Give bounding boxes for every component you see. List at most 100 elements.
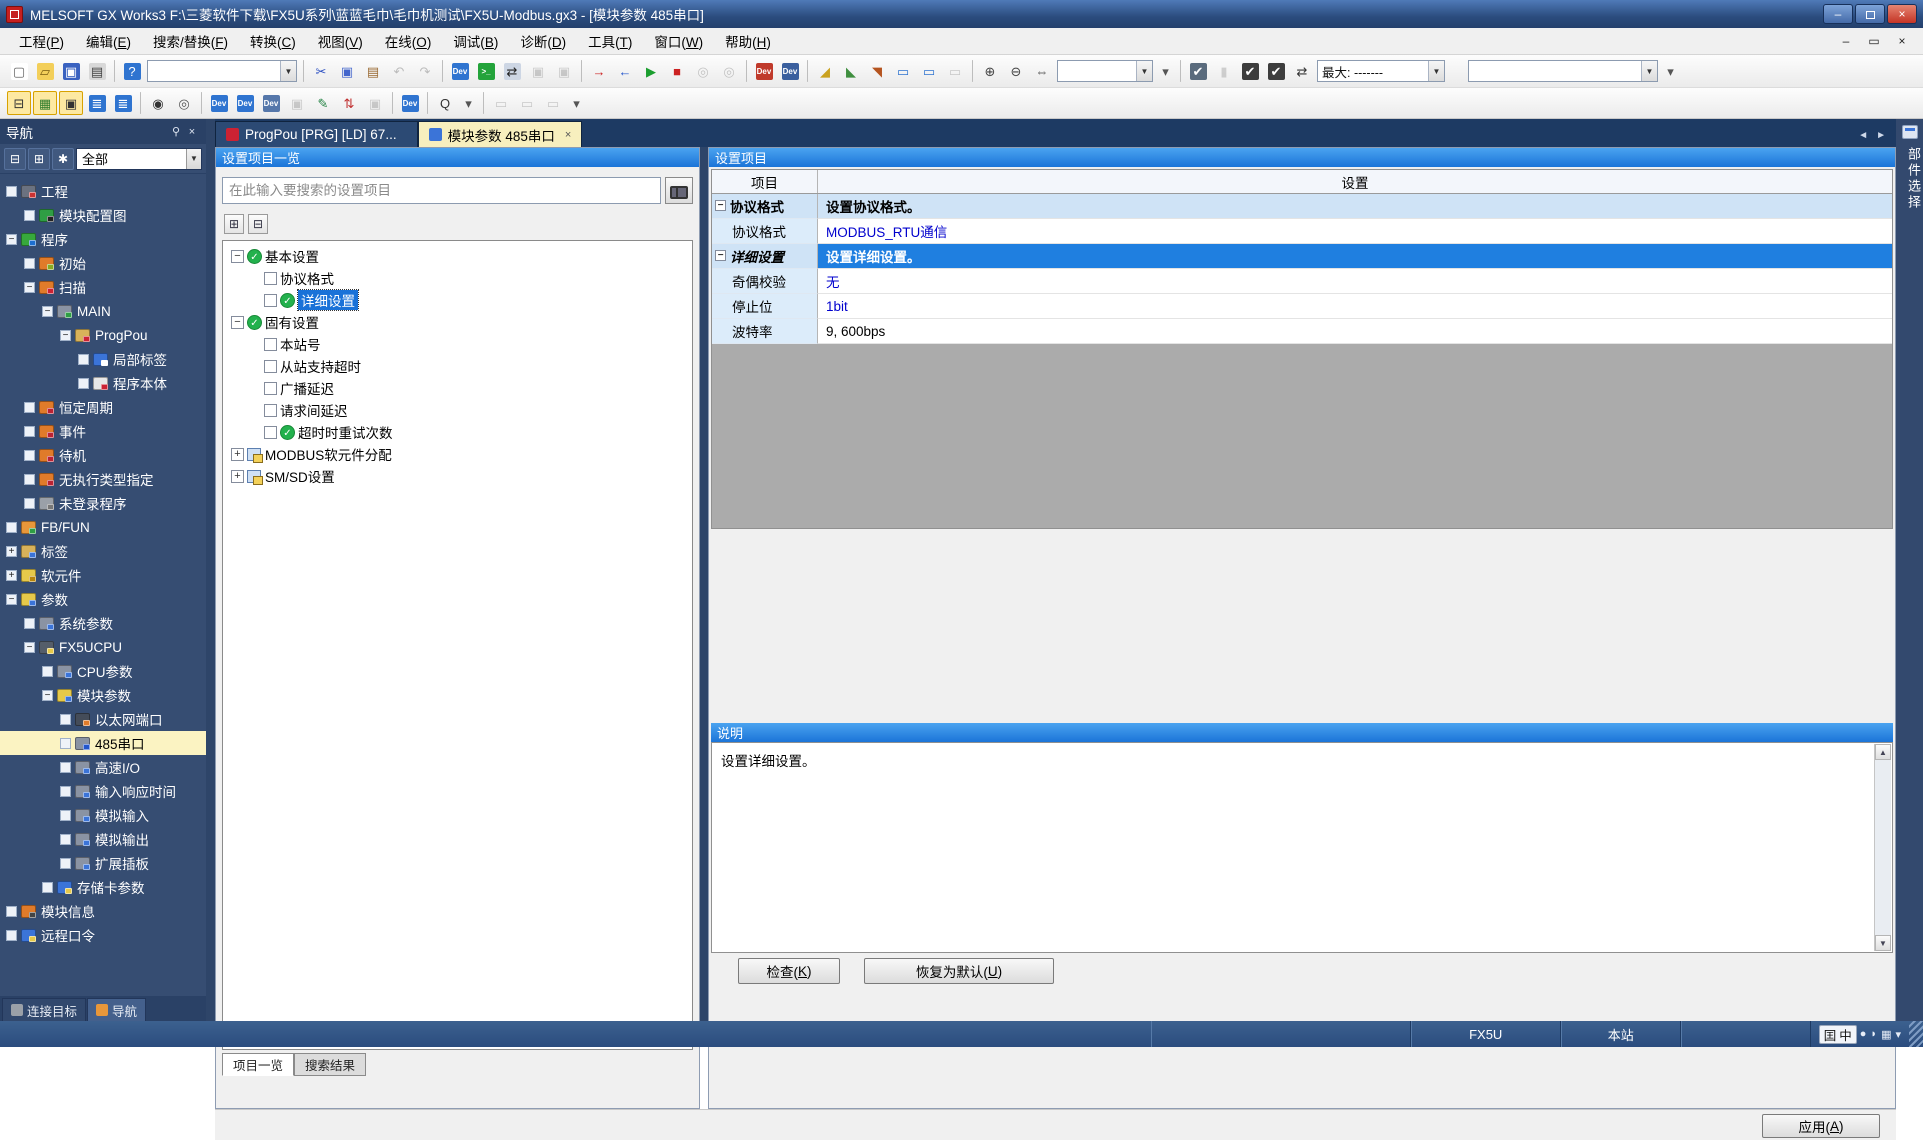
- nav-tree-item[interactable]: 模拟输出: [0, 827, 206, 851]
- resize-grip[interactable]: [1909, 1021, 1923, 1047]
- nav-tree-item[interactable]: CPU参数: [0, 659, 206, 683]
- print-icon[interactable]: ▤ ▼: [85, 59, 109, 83]
- setting-tree-item[interactable]: − ✓ 基本设置: [223, 245, 692, 267]
- nav-tree-item[interactable]: 输入响应时间: [0, 779, 206, 803]
- tree-expander-icon[interactable]: −: [24, 282, 35, 293]
- scrollbar[interactable]: ▲ ▼: [1874, 744, 1891, 951]
- redo-icon[interactable]: ↷ ▼: [413, 59, 437, 83]
- restore-button[interactable]: [1855, 4, 1885, 24]
- nav-tree-item[interactable]: 待机: [0, 443, 206, 467]
- tree-expander-icon[interactable]: [42, 882, 53, 893]
- nav-tree-item[interactable]: 模拟输入: [0, 803, 206, 827]
- nav-tree-item[interactable]: 无执行类型指定: [0, 467, 206, 491]
- io-edit-icon[interactable]: ✎ ▼: [311, 91, 335, 115]
- nav-tree-item[interactable]: 存储卡参数: [0, 875, 206, 899]
- tree-expander-icon[interactable]: [24, 402, 35, 413]
- nav-tree-item[interactable]: 远程口令: [0, 923, 206, 947]
- list-bottom-tab[interactable]: 项目一览: [222, 1053, 294, 1076]
- scroll-down-icon[interactable]: ▼: [1875, 935, 1891, 951]
- nav-tree-item[interactable]: − 程序: [0, 227, 206, 251]
- toolbar-button[interactable]: ▼: [972, 60, 973, 82]
- child-close-button[interactable]: ×: [1891, 32, 1913, 50]
- nav-tree-item[interactable]: 系统参数: [0, 611, 206, 635]
- toolbar-button[interactable]: ▼: [442, 60, 443, 82]
- tree-expander-icon[interactable]: −: [42, 690, 53, 701]
- tree-expander-icon[interactable]: [264, 338, 277, 351]
- tree-expander-icon[interactable]: [24, 474, 35, 485]
- nav-tree-item[interactable]: 事件: [0, 419, 206, 443]
- ladder-delete-icon[interactable]: ◥ ▼: [865, 59, 889, 83]
- document-tab[interactable]: 模块参数 485串口 ×: [418, 121, 583, 147]
- setting-tree-item[interactable]: ✓ 详细设置: [223, 289, 692, 311]
- table-row[interactable]: −奇偶校验 无: [712, 269, 1892, 294]
- toolbar-button[interactable]: ▼: [303, 60, 304, 82]
- nav-tree-item[interactable]: 工程: [0, 179, 206, 203]
- tree-expander-icon[interactable]: [6, 930, 17, 941]
- toolbar-overflow-chevron[interactable]: ▾ ▼: [1156, 59, 1175, 83]
- row-expander-icon[interactable]: −: [715, 200, 726, 211]
- setting-tree-item[interactable]: ✓ 从站支持超时: [223, 355, 692, 377]
- search-button[interactable]: [665, 177, 693, 204]
- transfer-setup-icon[interactable]: ⇄ ▼: [1290, 59, 1314, 83]
- device-write-icon[interactable]: Dev ▼: [752, 59, 776, 83]
- disabled-icon[interactable]: ▣ ▼: [363, 91, 387, 115]
- write-to-plc-icon[interactable]: → ▼: [587, 59, 611, 83]
- save-icon[interactable]: ▣ ▼: [59, 59, 83, 83]
- nav-tree-item[interactable]: 扩展插板: [0, 851, 206, 875]
- device-init-icon[interactable]: Dev ▼: [259, 91, 283, 115]
- child-minimize-button[interactable]: –: [1835, 32, 1857, 50]
- zoom-out-icon[interactable]: ⊖ ▼: [1004, 59, 1028, 83]
- minimize-button[interactable]: –: [1823, 4, 1853, 24]
- tree-expander-icon[interactable]: [60, 762, 71, 773]
- chevron-down-icon[interactable]: ▼: [1136, 61, 1152, 81]
- check-button[interactable]: 检查(K): [738, 958, 840, 984]
- scroll-up-icon[interactable]: ▲: [1875, 744, 1891, 760]
- restore-default-button[interactable]: 恢复为默认(U): [864, 958, 1054, 984]
- tree-expander-icon[interactable]: [24, 450, 35, 461]
- convert-ok-icon[interactable]: ✔ ▼: [1238, 59, 1262, 83]
- terminal-icon[interactable]: >_ ▼: [474, 59, 498, 83]
- ime-icon[interactable]: ▾: [1895, 1028, 1901, 1041]
- disabled-icon[interactable]: ▣ ▼: [526, 59, 550, 83]
- tree-expander-icon[interactable]: [60, 738, 71, 749]
- collapse-tree-icon[interactable]: ⊟: [4, 148, 26, 170]
- zoom-level-combo[interactable]: ▼: [1056, 59, 1154, 83]
- copy-icon[interactable]: ▣ ▼: [335, 59, 359, 83]
- undo-icon[interactable]: ↶ ▼: [387, 59, 411, 83]
- tree-expander-icon[interactable]: −: [6, 594, 17, 605]
- monitor-watch-icon[interactable]: ◎ ▼: [691, 59, 715, 83]
- tree-expander-icon[interactable]: +: [6, 546, 17, 557]
- collapse-all-icon[interactable]: ⊟: [248, 214, 268, 234]
- toolbar-button[interactable]: ▼: [392, 92, 393, 114]
- tree-expander-icon[interactable]: −: [231, 250, 244, 263]
- chevron-down-icon[interactable]: ▼: [1428, 61, 1444, 81]
- menu-item[interactable]: 窗口(W): [643, 32, 714, 53]
- row-expander-icon[interactable]: −: [715, 250, 726, 261]
- window-monitor-icon[interactable]: ▭ ▼: [943, 59, 967, 83]
- table-row[interactable]: −停止位 1bit: [712, 294, 1892, 319]
- nav-tree-item[interactable]: + 标签: [0, 539, 206, 563]
- tree-expander-icon[interactable]: [60, 786, 71, 797]
- list-bottom-tab[interactable]: 搜索结果: [294, 1053, 366, 1076]
- table-row[interactable]: −协议格式 MODBUS_RTU通信: [712, 219, 1892, 244]
- program-check-icon[interactable]: ✔ ▼: [1186, 59, 1210, 83]
- setting-tree-item[interactable]: ✓ 请求间延迟: [223, 399, 692, 421]
- document-tab[interactable]: ProgPou [PRG] [LD] 67...: [215, 121, 418, 147]
- nav-bottom-tab[interactable]: 连接目标: [2, 998, 86, 1021]
- tree-expander-icon[interactable]: [78, 354, 89, 365]
- tree-expander-icon[interactable]: +: [6, 570, 17, 581]
- nav-tree-item[interactable]: − ProgPou: [0, 323, 206, 347]
- io-assign-icon[interactable]: ⇅ ▼: [337, 91, 361, 115]
- toolbar-button[interactable]: ▼: [807, 60, 808, 82]
- toolbar-overflow-chevron[interactable]: ▾ ▼: [567, 91, 586, 115]
- window-monitor-icon[interactable]: ▭ ▼: [891, 59, 915, 83]
- device-comment-icon[interactable]: Dev ▼: [207, 91, 231, 115]
- nav-tree-item[interactable]: FB/FUN: [0, 515, 206, 539]
- toolbar-button[interactable]: ▼: [483, 92, 484, 114]
- ime-indicator[interactable]: 囯中 ●◗▦▾: [1811, 1021, 1909, 1047]
- setting-tree-item[interactable]: ✓ 协议格式: [223, 267, 692, 289]
- chevron-down-icon[interactable]: ▼: [186, 149, 201, 169]
- tree-expander-icon[interactable]: [60, 810, 71, 821]
- tree-expander-icon[interactable]: [60, 834, 71, 845]
- menu-item[interactable]: 工具(T): [577, 32, 643, 53]
